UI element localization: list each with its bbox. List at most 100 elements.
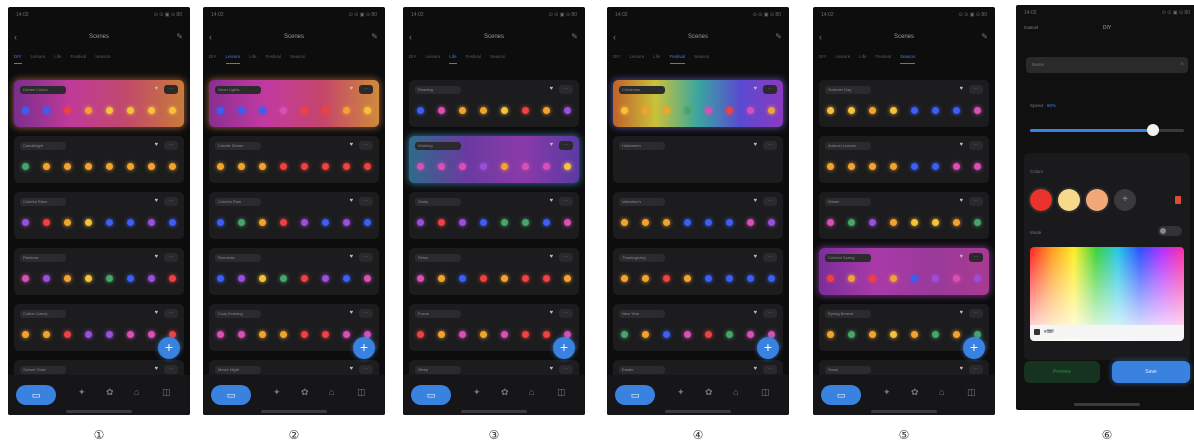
tab-diy[interactable]: DIY: [209, 54, 217, 64]
more-icon[interactable]: ···: [559, 365, 573, 374]
add-color-icon[interactable]: +: [1114, 189, 1136, 211]
tab-festival[interactable]: Festival: [669, 54, 686, 64]
favorite-icon[interactable]: ♥: [154, 366, 158, 372]
favorite-icon[interactable]: ♥: [959, 310, 963, 316]
favorite-icon[interactable]: ♥: [349, 366, 353, 372]
tab-leisure[interactable]: Leisure: [630, 54, 645, 64]
more-icon[interactable]: ···: [559, 141, 573, 150]
more-icon[interactable]: ···: [164, 309, 178, 318]
favorite-icon[interactable]: ♥: [349, 254, 353, 260]
scene-card[interactable]: Candle Dinner ♥ ···: [209, 136, 379, 183]
scene-card[interactable]: Thanksgiving ♥ ···: [613, 248, 783, 295]
edit-icon[interactable]: ✎: [176, 32, 183, 41]
profile-icon[interactable]: ◫: [557, 387, 566, 398]
tab-season[interactable]: Season: [490, 54, 505, 64]
device-icon[interactable]: ⌂: [329, 387, 334, 397]
tab-festival[interactable]: Festival: [71, 54, 87, 64]
tab-festival[interactable]: Festival: [266, 54, 282, 64]
tab-season[interactable]: Season: [290, 54, 305, 64]
home-tab-icon[interactable]: ▭: [615, 385, 655, 405]
add-scene-button[interactable]: +: [757, 337, 779, 359]
edit-icon[interactable]: ✎: [371, 32, 378, 41]
speed-slider[interactable]: [1030, 124, 1184, 136]
favorite-icon[interactable]: ♥: [753, 142, 757, 148]
tab-diy[interactable]: DIY: [409, 54, 417, 64]
speed-slider-knob[interactable]: [1147, 124, 1160, 136]
edit-icon[interactable]: ✎: [775, 32, 782, 41]
scene-card[interactable]: Dream Colors ♥ ···: [14, 80, 184, 127]
scene-card[interactable]: Colorful Spring ♥ ···: [819, 248, 989, 295]
more-icon[interactable]: ···: [359, 141, 373, 150]
scene-icon[interactable]: ✿: [911, 387, 919, 398]
scene-card[interactable]: Colorful Stars ♥ ···: [14, 192, 184, 239]
more-icon[interactable]: ···: [763, 365, 777, 374]
favorite-icon[interactable]: ♥: [549, 198, 553, 204]
scene-card[interactable]: Colorful Rain ♥ ···: [209, 192, 379, 239]
more-icon[interactable]: ···: [969, 253, 983, 262]
tab-life[interactable]: Life: [449, 54, 457, 64]
favorite-icon[interactable]: ♥: [549, 310, 553, 316]
favorite-icon[interactable]: ♥: [349, 86, 353, 92]
tab-leisure[interactable]: Leisure: [31, 54, 46, 64]
favorite-icon[interactable]: ♥: [154, 86, 158, 92]
more-icon[interactable]: ···: [359, 365, 373, 374]
more-icon[interactable]: ···: [969, 197, 983, 206]
scene-icon[interactable]: ✿: [106, 387, 114, 398]
sparkle-icon[interactable]: ✦: [883, 387, 891, 398]
home-tab-icon[interactable]: ▭: [16, 385, 56, 405]
tab-season[interactable]: Season: [900, 54, 916, 64]
scene-card[interactable]: Study ♥ ···: [409, 192, 579, 239]
profile-icon[interactable]: ◫: [357, 387, 366, 398]
more-icon[interactable]: ···: [763, 253, 777, 262]
favorite-icon[interactable]: ♥: [959, 86, 963, 92]
more-icon[interactable]: ···: [969, 309, 983, 318]
scene-card[interactable]: Autumn Leaves ♥ ···: [819, 136, 989, 183]
scene-card[interactable]: Neon Lights ♥ ···: [209, 80, 379, 127]
tab-leisure[interactable]: Leisure: [426, 54, 441, 64]
favorite-icon[interactable]: ♥: [959, 142, 963, 148]
more-icon[interactable]: ···: [763, 141, 777, 150]
add-scene-button[interactable]: +: [553, 337, 575, 359]
favorite-icon[interactable]: ♥: [154, 198, 158, 204]
preview-button[interactable]: Preview: [1024, 361, 1100, 383]
favorite-icon[interactable]: ♥: [959, 366, 963, 372]
more-icon[interactable]: ···: [359, 253, 373, 262]
tab-festival[interactable]: Festival: [876, 54, 892, 64]
scene-card[interactable]: Rainbow ♥ ···: [14, 248, 184, 295]
tab-diy[interactable]: DIY: [819, 54, 827, 64]
scene-card[interactable]: Christmas ♥ ···: [613, 80, 783, 127]
more-icon[interactable]: ···: [763, 197, 777, 206]
more-icon[interactable]: ···: [164, 253, 178, 262]
scene-icon[interactable]: ✿: [501, 387, 509, 398]
hex-field[interactable]: #ffffff: [1030, 325, 1184, 339]
more-icon[interactable]: ···: [164, 365, 178, 374]
tab-life[interactable]: Life: [249, 54, 256, 64]
tab-life[interactable]: Life: [653, 54, 660, 64]
tab-season[interactable]: Season: [694, 54, 709, 64]
more-icon[interactable]: ···: [164, 141, 178, 150]
scene-card[interactable]: Winter ♥ ···: [819, 192, 989, 239]
home-tab-icon[interactable]: ▭: [821, 385, 861, 405]
tab-festival[interactable]: Festival: [466, 54, 482, 64]
scene-icon[interactable]: ✿: [301, 387, 309, 398]
mode-toggle[interactable]: [1158, 226, 1182, 236]
home-tab-icon[interactable]: ▭: [211, 385, 251, 405]
more-icon[interactable]: ···: [763, 309, 777, 318]
sparkle-icon[interactable]: ✦: [78, 387, 86, 398]
favorite-icon[interactable]: ♥: [959, 198, 963, 204]
save-button[interactable]: Save: [1112, 361, 1190, 383]
color-swatch[interactable]: [1030, 189, 1052, 211]
favorite-icon[interactable]: ♥: [753, 310, 757, 316]
edit-icon[interactable]: ✎: [981, 32, 988, 41]
more-icon[interactable]: ···: [969, 85, 983, 94]
more-icon[interactable]: ···: [359, 309, 373, 318]
more-icon[interactable]: ···: [559, 253, 573, 262]
sparkle-icon[interactable]: ✦: [273, 387, 281, 398]
favorite-icon[interactable]: ♥: [549, 254, 553, 260]
favorite-icon[interactable]: ♥: [549, 86, 553, 92]
color-swatch[interactable]: [1058, 189, 1080, 211]
tab-life[interactable]: Life: [859, 54, 866, 64]
scene-card[interactable]: Romantic ♥ ···: [209, 248, 379, 295]
favorite-icon[interactable]: ♥: [549, 142, 553, 148]
tab-diy[interactable]: DIY: [14, 54, 22, 64]
